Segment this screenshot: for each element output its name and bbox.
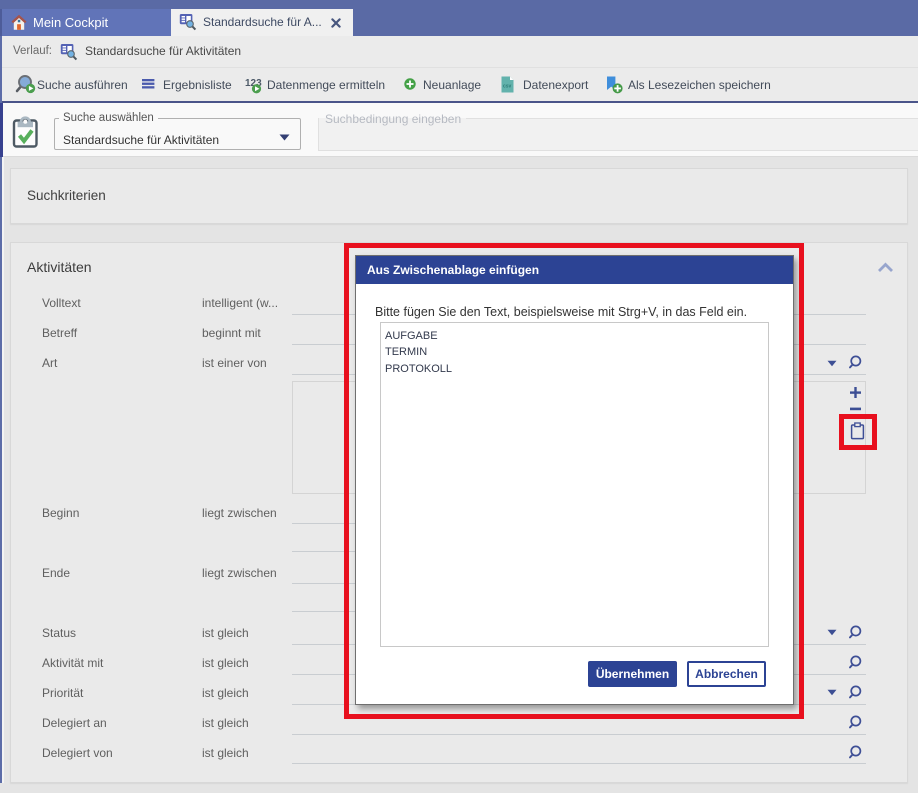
svg-text:csv: csv	[503, 83, 512, 89]
